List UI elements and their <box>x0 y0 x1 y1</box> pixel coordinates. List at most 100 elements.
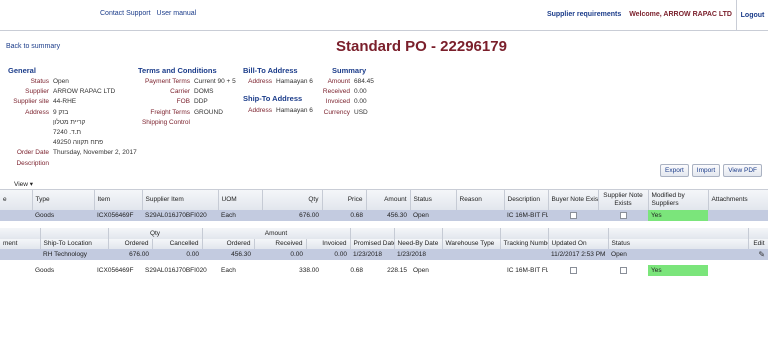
field-value: 0.00 <box>354 98 367 106</box>
table-cell: IC 16M-BIT FL... <box>504 210 548 221</box>
column-header[interactable]: Tracking Number <box>500 238 549 249</box>
table-cell: S29AL016J70BFI020 <box>142 210 218 221</box>
column-header[interactable]: Warehouse Type <box>442 238 501 249</box>
table-cell <box>456 265 504 276</box>
column-header[interactable]: Edit <box>748 238 768 249</box>
field-row: Shipping Control <box>130 118 236 128</box>
column-header[interactable]: Reason <box>456 190 505 210</box>
field-row: Status Open <box>0 77 137 87</box>
field-row: ת.ד. 7240 <box>0 128 137 138</box>
table-cell: ICX056469F <box>97 266 134 274</box>
table-cell: 0.00 <box>306 249 351 260</box>
column-header[interactable]: Ordered <box>108 238 153 249</box>
edit-pencil-icon[interactable]: ✎ <box>758 250 765 259</box>
table-cell: 676.00 <box>108 249 152 260</box>
supplier-requirements-link[interactable]: Supplier requirements <box>547 11 621 18</box>
logout-button[interactable]: Logout <box>736 0 768 31</box>
ship-to-heading: Ship-To Address <box>243 94 303 103</box>
field-value: 0.00 <box>354 88 367 96</box>
column-header[interactable]: Supplier Note Exists <box>598 190 649 210</box>
buyer-note-checkbox[interactable] <box>569 211 577 219</box>
table-cell <box>442 249 501 260</box>
table-row[interactable]: Goods ICX056469F S29AL016J70BFI020 Each 338.… <box>0 265 768 276</box>
column-header[interactable]: Modified by Suppliers <box>648 190 709 210</box>
field-row: Address בזק 9 <box>0 108 137 118</box>
field-row: Currency USD <box>314 108 374 118</box>
table-cell: Open <box>608 249 749 260</box>
column-header[interactable]: Type <box>32 190 95 210</box>
column-header[interactable]: Updated On <box>548 238 609 249</box>
field-row: FOB DDP <box>130 97 236 107</box>
field-label: Amount <box>327 78 350 85</box>
column-header[interactable]: Cancelled <box>152 238 203 249</box>
field-value: קריית מטלון <box>53 118 86 126</box>
column-header[interactable]: Ship-To Location <box>40 238 109 249</box>
column-header[interactable]: Promised Date <box>350 238 395 249</box>
field-row: Supplier ARROW RAPAC LTD <box>0 87 137 97</box>
field-row: Freight Terms GROUND <box>130 108 236 118</box>
column-header[interactable]: Supplier Item <box>142 190 219 210</box>
column-header[interactable]: Received <box>254 238 307 249</box>
column-header[interactable]: UOM <box>218 190 263 210</box>
table-cell <box>708 265 768 276</box>
column-header[interactable]: Invoiced <box>306 238 351 249</box>
column-header[interactable]: ment <box>0 238 41 249</box>
field-row: קריית מטלון <box>0 118 137 128</box>
column-header[interactable]: Ordered <box>202 238 255 249</box>
column-header[interactable]: e <box>0 190 33 210</box>
field-value: 684.45 <box>354 78 374 85</box>
field-label: Order Date <box>16 149 49 157</box>
field-row: Address Hamaayan 6 <box>236 106 313 116</box>
table-cell: 456.30 <box>202 249 254 260</box>
column-header[interactable]: Amount <box>366 190 411 210</box>
field-label: Supplier site <box>13 98 49 106</box>
shipments-header-row: ment Ship-To Location Ordered Cancelled Orde… <box>0 238 768 249</box>
column-header[interactable]: Buyer Note Exists <box>548 190 599 210</box>
contact-support-link[interactable]: Contact Support <box>100 10 151 17</box>
user-manual-link[interactable]: User manual <box>157 10 197 17</box>
export-button[interactable]: Export <box>660 164 689 177</box>
table-cell <box>500 249 549 260</box>
field-value: ARROW RAPAC LTD <box>53 88 116 96</box>
field-value: GROUND <box>194 108 223 116</box>
column-header[interactable]: Need-By Date <box>394 238 443 249</box>
column-header[interactable]: Status <box>410 190 457 210</box>
field-label: Payment Terms <box>144 78 190 85</box>
buyer-note-checkbox[interactable] <box>569 266 577 274</box>
supplier-note-checkbox[interactable] <box>619 211 627 219</box>
table-cell: Goods <box>35 266 55 274</box>
column-header[interactable]: Item <box>94 190 143 210</box>
table-row[interactable]: RH Technology 676.00 0.00 456.30 0.00 0.00 1/2… <box>0 249 768 260</box>
field-value: DDP <box>194 98 208 106</box>
field-row: Invoiced 0.00 <box>314 97 374 107</box>
field-row: Order Date Thursday, November 2, 2017 <box>0 148 137 158</box>
column-header[interactable]: Description <box>504 190 549 210</box>
amount-group-header: Amount <box>202 228 351 239</box>
table-cell: ICX056469F <box>94 210 142 221</box>
field-value: Hamaayan 6 <box>276 78 313 85</box>
view-pdf-button[interactable]: View PDF <box>723 164 762 177</box>
terms-heading: Terms and Conditions <box>138 66 217 75</box>
table-row[interactable]: Goods ICX056469F S29AL016J70BFI020 Each 676.… <box>0 210 768 221</box>
table-cell: IC 16M-BIT FL... <box>507 266 548 274</box>
table-cell: 0.68 <box>322 210 366 221</box>
table-cell: S29AL016J70BFI020 <box>145 266 207 274</box>
action-buttons: Export Import View PDF <box>660 164 762 177</box>
import-button[interactable]: Import <box>691 164 721 177</box>
table-cell: ✎ <box>748 249 768 260</box>
supplier-note-checkbox[interactable] <box>619 266 627 274</box>
summary-heading: Summary <box>332 66 367 75</box>
shipments-table: Qty Amount ment Ship-To Location Ordered Ca… <box>0 228 768 260</box>
field-label: Currency <box>323 108 350 116</box>
shipments-group-header-row: Qty Amount <box>0 228 768 239</box>
column-header[interactable]: Qty <box>262 190 323 210</box>
column-header[interactable]: Price <box>322 190 367 210</box>
view-menu[interactable]: View ▾ <box>14 180 33 188</box>
field-value: Hamaayan 6 <box>276 107 313 114</box>
back-to-summary-link[interactable]: Back to summary <box>6 43 60 50</box>
column-header[interactable]: Status <box>608 238 749 249</box>
field-row: Carrier DOMS <box>130 87 236 97</box>
table-cell: 456.30 <box>366 210 410 221</box>
bill-to-section: Address Hamaayan 6 <box>236 77 313 87</box>
column-header[interactable]: Attachments <box>708 190 768 210</box>
